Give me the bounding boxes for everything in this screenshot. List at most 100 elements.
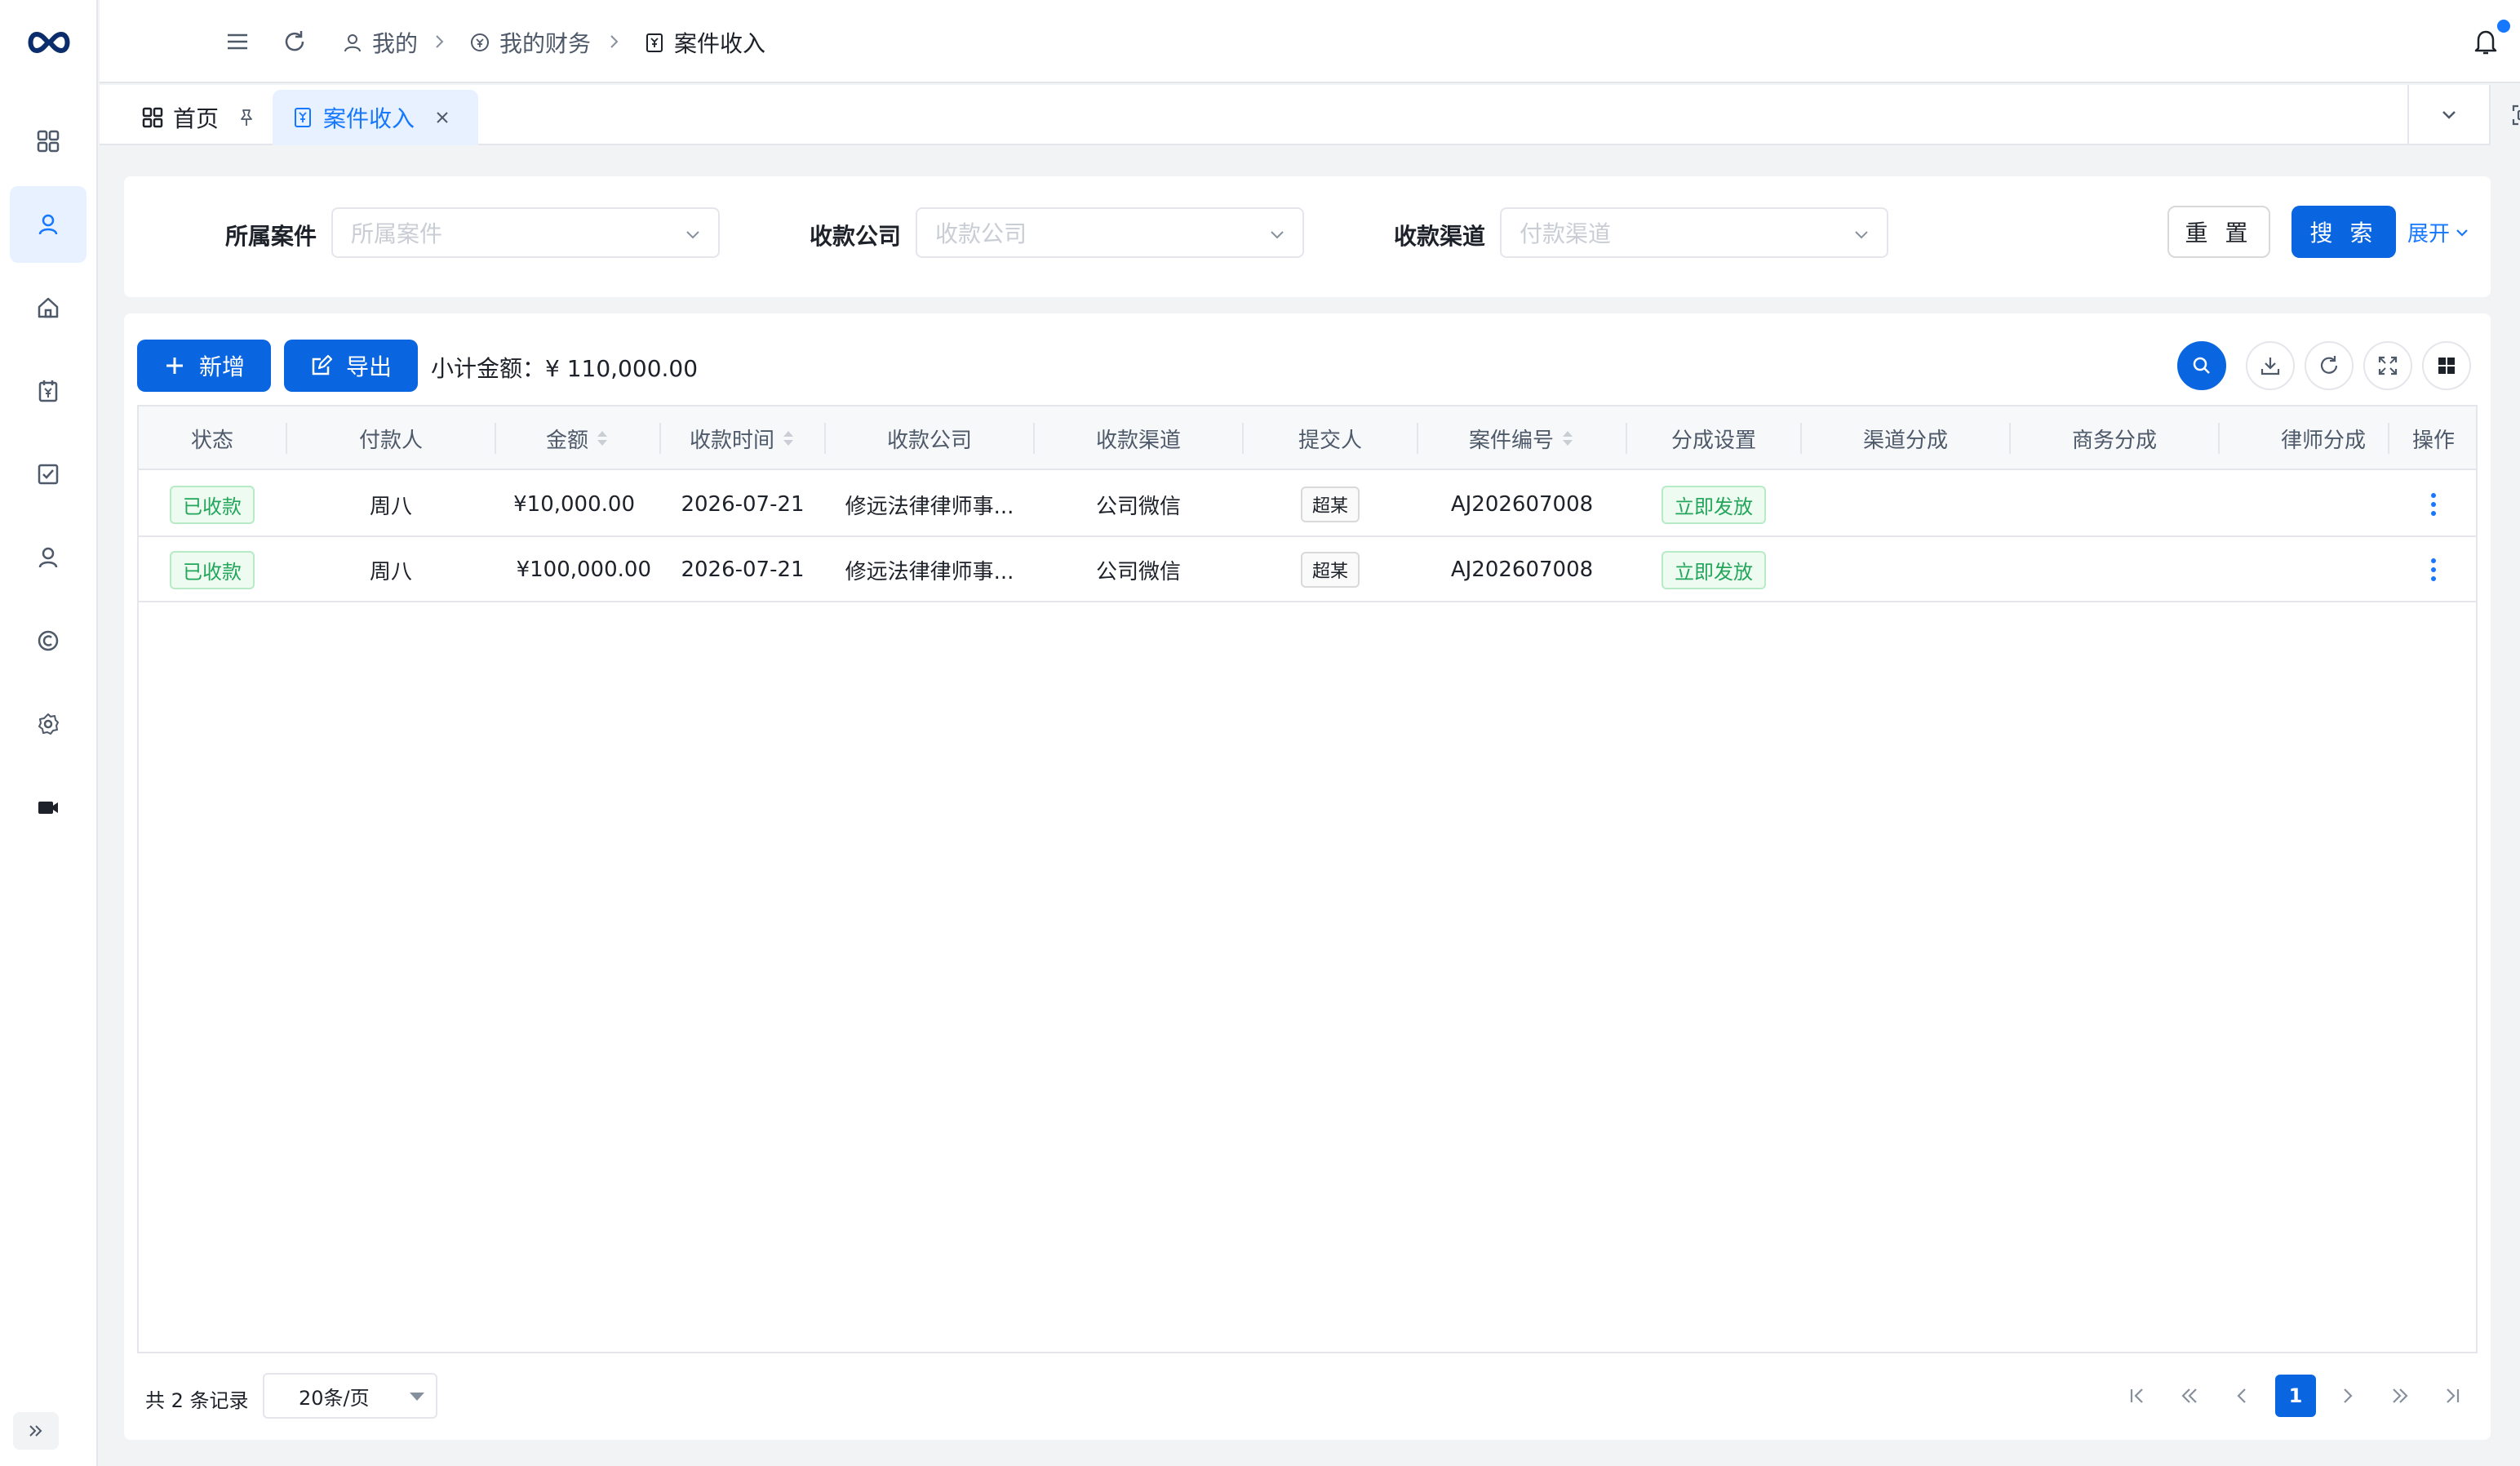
submitter-cell: 超某 [1244,472,1417,537]
infinity-logo-icon[interactable] [24,28,73,57]
video-icon [38,802,58,814]
fullscreen-icon [2378,356,2398,375]
channel-select[interactable]: 付款渠道 [1500,207,1888,258]
sidebar-item-mine[interactable] [10,186,87,263]
sidebar-item-copyright[interactable] [10,602,87,679]
filter-label-company: 收款公司 [810,223,902,250]
close-icon[interactable] [433,108,452,127]
row-actions-cell[interactable] [2389,472,2478,537]
jump-back-button[interactable] [2169,1375,2210,1417]
date-cell: 2026-07-21 [681,558,805,582]
sidebar-item-home[interactable] [10,269,87,346]
column-header-business-split: 商务分成 [2071,428,2157,453]
case-no-cell[interactable]: AJ202607008 [1418,537,1626,602]
table-row[interactable]: 已收款 周八 ¥10,000.00 2026-07-21 修远法律律师事... … [139,472,2476,537]
table-download-button[interactable] [2246,341,2295,390]
chevron-down-icon [1855,231,1868,239]
status-badge: 已收款 [170,550,255,589]
expand-filters-button[interactable]: 展开 [2407,217,2471,247]
copyright-icon [38,630,59,651]
search-button[interactable]: 搜 索 [2292,206,2396,258]
case-no-cell[interactable]: AJ202607008 [1418,472,1626,537]
pin-icon[interactable] [237,108,256,127]
double-chevron-right-icon [2393,1388,2408,1403]
case-select[interactable]: 所属案件 [331,207,720,258]
column-header-payer: 付款人 [358,428,423,453]
chevron-right-icon [2344,1388,2353,1403]
sidebar-item-dashboard[interactable] [10,103,87,180]
table-search-button[interactable] [2177,341,2226,390]
chevron-down-icon [2456,229,2468,237]
status-cell: 已收款 [139,537,286,602]
filter-label-channel: 收款渠道 [1394,223,1486,250]
submitter-tag: 超某 [1300,552,1360,588]
sidebar-item-finance[interactable] [10,353,87,429]
sort-icon [783,431,793,446]
page-number-current[interactable]: 1 [2275,1375,2316,1417]
column-header-case-no[interactable]: 案件编号 [1418,406,1626,470]
sidebar-item-person[interactable] [10,519,87,596]
refresh-icon[interactable] [281,28,308,56]
tab-bar: 首页 案件收入 [100,85,2520,145]
row-actions-cell[interactable] [2389,537,2478,602]
column-header-status: 状态 [190,428,233,453]
person-icon [38,547,58,568]
last-page-button[interactable] [2432,1375,2473,1417]
sidebar-item-video[interactable] [10,769,87,846]
income-icon [295,108,311,127]
expand-label: 展开 [2407,222,2451,247]
jump-forward-button[interactable] [2380,1375,2420,1417]
user-icon [38,214,58,235]
tabs-dropdown-button[interactable] [2407,85,2489,145]
sidebar-expand-button[interactable] [13,1412,59,1450]
export-button[interactable]: 导出 [284,340,418,392]
channel-cell: 公司微信 [1095,559,1181,584]
column-header-amount[interactable]: 金额 [496,406,659,470]
chevron-down-icon [686,231,699,239]
finance-calendar-icon [38,380,58,402]
table-fullscreen-button[interactable] [2363,341,2412,390]
prev-page-button[interactable] [2221,1375,2262,1417]
add-button[interactable]: 新增 [137,340,271,392]
fullscreen-focus-button[interactable] [2489,85,2520,145]
channel-split-cell [1802,537,2009,602]
more-vertical-icon[interactable] [2430,491,2437,518]
breadcrumb-item-finance[interactable]: 我的财务 [468,24,591,60]
dashboard-icon [37,130,60,153]
first-page-button[interactable] [2117,1375,2158,1417]
sidebar-item-tasks[interactable] [10,436,87,513]
reset-button[interactable]: 重 置 [2167,206,2270,258]
column-header-receipt-date[interactable]: 收款时间 [661,406,824,470]
channel-cell: 公司微信 [1095,494,1181,519]
sort-icon [597,431,607,446]
breadcrumb-item-income[interactable]: 案件收入 [643,24,765,60]
breadcrumb-item-mine[interactable]: 我的 [341,24,418,60]
company-select[interactable]: 收款公司 [916,207,1304,258]
submitter-cell: 超某 [1244,537,1417,602]
tab-label: 案件收入 [323,105,415,132]
income-icon [646,33,663,52]
table-row[interactable]: 已收款 周八 ¥100,000.00 2026-07-21 修远法律律师事...… [139,537,2476,602]
breadcrumb-label: 我的 [372,30,419,57]
table-refresh-button[interactable] [2305,341,2354,390]
company-cell: 修远法律律师事... [845,559,1014,584]
payer-cell: 周八 [369,559,412,584]
more-vertical-icon[interactable] [2430,557,2437,583]
column-settings-button[interactable] [2422,341,2471,390]
finance-icon [471,33,489,51]
column-header-channel: 收款渠道 [1095,428,1181,453]
date-cell: 2026-07-21 [681,492,805,517]
sidebar-item-settings[interactable] [10,686,87,762]
split-setting-cell: 立即发放 [1627,537,1800,602]
download-icon [2260,358,2280,375]
channel-select-placeholder: 付款渠道 [1520,220,1612,247]
notification-bell-icon[interactable] [2471,26,2500,57]
tab-home[interactable]: 首页 [122,90,282,145]
page-size-select[interactable]: 20条/页 [263,1373,437,1419]
lawyer-split-cell [2220,472,2388,537]
tab-case-income[interactable]: 案件收入 [273,90,479,145]
menu-icon[interactable] [224,28,251,56]
total-records: 共 2 条记录 [145,1389,249,1412]
payer-cell: 周八 [369,494,412,519]
next-page-button[interactable] [2327,1375,2368,1417]
